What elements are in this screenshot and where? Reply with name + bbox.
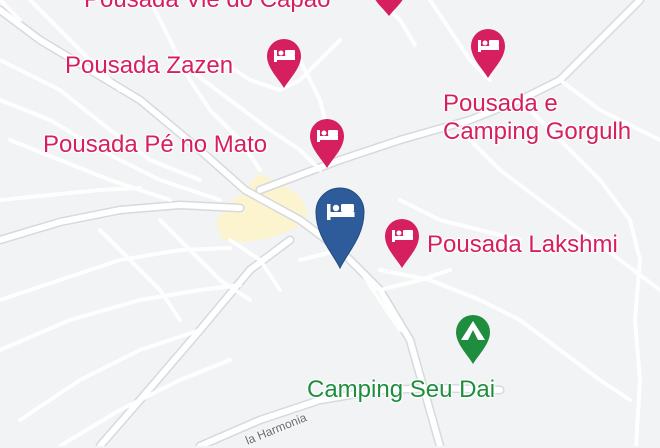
poi-label-pe-no-mato[interactable]: Pousada Pé no Mato (43, 131, 267, 159)
poi-label-gorgulho-line-1: Pousada e (443, 90, 558, 117)
poi-label-gorgulho-line-2: Camping Gorgulh (443, 117, 632, 145)
poi-label-seu-dai[interactable]: Camping Seu Dai (307, 376, 495, 404)
poi-label-vie-do-capao[interactable]: Pousada Vie do Capão (84, 0, 330, 14)
poi-label-lakshmi[interactable]: Pousada Lakshmi (427, 231, 618, 259)
poi-label-zazen[interactable]: Pousada Zazen (65, 52, 233, 80)
poi-label-gorgulho[interactable]: Pousada e Camping Gorgulh (443, 90, 631, 145)
